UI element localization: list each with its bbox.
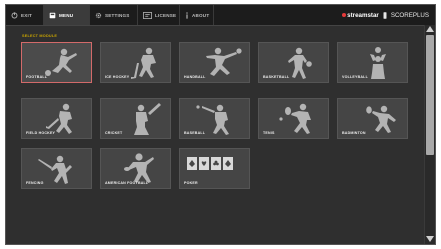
- tab-settings[interactable]: SETTINGS: [90, 5, 138, 25]
- sport-card-handball[interactable]: HANDBALL: [179, 42, 250, 83]
- sport-label: FIELD HOCKEY: [26, 131, 56, 135]
- scroll-up-arrow-icon[interactable]: [426, 26, 434, 32]
- exit-icon: [11, 11, 18, 19]
- sport-card-ice-hockey[interactable]: ICE HOCKEY: [100, 42, 171, 83]
- sport-card-badminton[interactable]: BADMINTON: [337, 98, 408, 139]
- sport-label: POKER: [184, 181, 198, 185]
- sport-label: BASEBALL: [184, 131, 206, 135]
- sport-label: BADMINTON: [342, 131, 366, 135]
- menu-icon: [49, 12, 56, 19]
- sport-label: TENIS: [263, 131, 275, 135]
- sport-card-baseball[interactable]: BASEBALL: [179, 98, 250, 139]
- scrollbar-thumb[interactable]: [426, 35, 434, 155]
- sport-label: FOOTBALL: [26, 75, 48, 79]
- sport-label: CRICKET: [105, 131, 123, 135]
- tab-label-license: LICENSE: [155, 12, 177, 18]
- brand-logo: streamstar SCOREPLUS: [342, 5, 429, 25]
- sport-card-poker[interactable]: POKER: [179, 148, 250, 189]
- sport-card-american-football[interactable]: AMERICAN FOOTBALL: [100, 148, 171, 189]
- info-icon: [185, 11, 189, 19]
- sport-label: AMERICAN FOOTBALL: [105, 181, 149, 185]
- app-window: EXIT MENU SETTINGS LICENSE ABOUT streams…: [5, 4, 436, 245]
- tab-label-menu: MENU: [59, 12, 74, 18]
- scroll-down-arrow-icon[interactable]: [426, 236, 434, 242]
- sport-card-volleyball[interactable]: VOLLEYBALL: [337, 42, 408, 83]
- tab-label-exit: EXIT: [21, 12, 33, 18]
- sport-label: FENCING: [26, 181, 44, 185]
- tab-about[interactable]: ABOUT: [180, 5, 214, 25]
- tab-label-about: ABOUT: [192, 12, 210, 18]
- sport-card-cricket[interactable]: CRICKET: [100, 98, 171, 139]
- brand-primary: streamstar: [347, 11, 379, 19]
- tab-menu[interactable]: MENU: [44, 5, 90, 25]
- panel-title: SELECT MODULE: [22, 34, 58, 38]
- vertical-scrollbar[interactable]: [424, 25, 435, 244]
- sport-label: HANDBALL: [184, 75, 206, 79]
- sport-card-tenis[interactable]: TENIS: [258, 98, 329, 139]
- tab-license[interactable]: LICENSE: [138, 5, 180, 25]
- license-icon: [143, 11, 152, 19]
- tab-label-settings: SETTINGS: [105, 12, 130, 18]
- sport-card-fencing[interactable]: FENCING: [21, 148, 92, 189]
- brand-dot-icon: [342, 13, 347, 17]
- sport-label: BASKETBALL: [263, 75, 290, 79]
- sport-card-football[interactable]: FOOTBALL: [21, 42, 92, 83]
- sport-label: VOLLEYBALL: [342, 75, 368, 79]
- top-nav-bar: EXIT MENU SETTINGS LICENSE ABOUT streams…: [6, 5, 435, 26]
- gear-icon: [95, 12, 102, 19]
- streamstar-logo: streamstar: [342, 12, 379, 19]
- sport-card-basketball[interactable]: BASKETBALL: [258, 42, 329, 83]
- brand-secondary: SCOREPLUS: [390, 11, 429, 19]
- tab-exit[interactable]: EXIT: [6, 5, 44, 25]
- sport-label: ICE HOCKEY: [105, 75, 130, 79]
- device-icon: [383, 6, 387, 24]
- sport-card-field-hockey[interactable]: FIELD HOCKEY: [21, 98, 92, 139]
